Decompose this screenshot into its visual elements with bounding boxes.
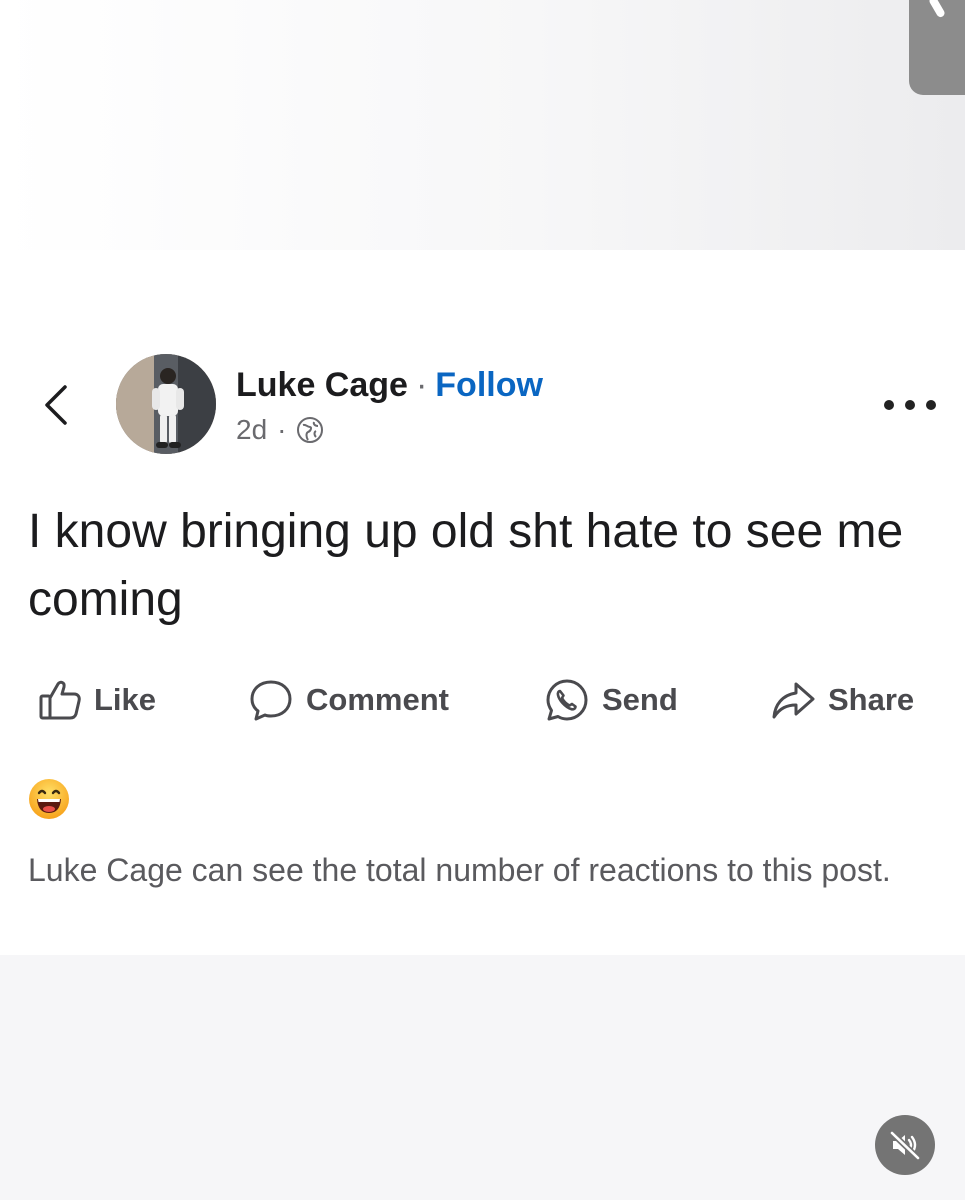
- more-dot: [905, 400, 915, 410]
- chevron-left-icon: [45, 385, 67, 425]
- share-arrow-icon: [772, 682, 815, 719]
- post-text: I know bringing up old sht hate to see m…: [28, 505, 904, 626]
- top-background: [0, 0, 965, 250]
- follow-button[interactable]: Follow: [435, 366, 543, 405]
- more-dot: [884, 400, 894, 410]
- post-meta: 2d ·: [236, 414, 324, 446]
- corner-tab-glyph: [928, 0, 946, 19]
- overlay-corner-tab[interactable]: [909, 0, 965, 95]
- like-button[interactable]: Like: [38, 670, 156, 730]
- name-separator: ·: [415, 366, 428, 404]
- send-label: Send: [602, 682, 678, 717]
- more-options-button[interactable]: [884, 390, 936, 420]
- avatar[interactable]: [116, 354, 216, 454]
- author-line: Luke Cage · Follow: [236, 366, 543, 405]
- avatar-photo: [116, 354, 216, 454]
- comment-bubble-icon: [250, 680, 292, 721]
- mute-button[interactable]: [875, 1115, 935, 1175]
- like-label: Like: [94, 682, 157, 717]
- author-name[interactable]: Luke Cage: [236, 366, 408, 405]
- share-button[interactable]: Share: [770, 670, 914, 730]
- share-label: Share: [828, 682, 915, 717]
- laughing-emoji-icon[interactable]: [28, 778, 70, 820]
- comment-button[interactable]: Comment: [248, 670, 449, 730]
- meta-separator: ·: [277, 414, 287, 445]
- post-card: Luke Cage · Follow 2d · I know bringing …: [0, 250, 965, 955]
- whatsapp-icon: [546, 679, 588, 721]
- send-button[interactable]: Send: [544, 670, 678, 730]
- reaction-notice: Luke Cage can see the total number of re…: [28, 852, 891, 888]
- more-dot: [926, 400, 936, 410]
- speaker-muted-icon: [889, 1130, 921, 1161]
- comment-label: Comment: [306, 682, 449, 717]
- action-bar: Like Comment Send Share: [0, 670, 965, 730]
- globe-icon: [297, 417, 324, 443]
- back-button[interactable]: [36, 380, 76, 430]
- thumbs-up-icon: [39, 680, 81, 720]
- post-timestamp[interactable]: 2d: [236, 414, 267, 446]
